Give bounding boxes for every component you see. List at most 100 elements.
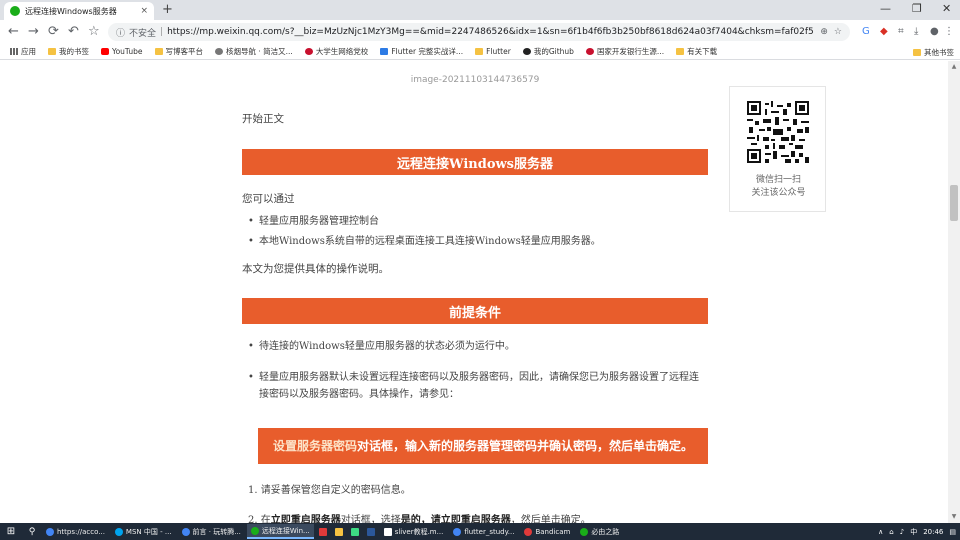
tab-close-icon[interactable]: ×	[140, 6, 148, 16]
network-icon[interactable]: ⌂	[889, 528, 893, 536]
taskbar-app-icon[interactable]	[348, 524, 362, 539]
system-tray: ∧ ⌂ ♪ 中 20:46 ▤	[872, 523, 956, 540]
input-language[interactable]: 中	[910, 527, 917, 537]
taskbar-app-icon[interactable]	[364, 524, 378, 539]
browser-toolbar: ← → ⟳ ↶ ☆ ⓘ 不安全 | https://mp.weixin.qq.c…	[0, 20, 960, 44]
taskbar-item[interactable]: 必由之路	[576, 524, 623, 539]
document-icon	[383, 527, 392, 536]
bookmark-item[interactable]: 核烟导航 · 简洁又...	[215, 46, 293, 57]
tab-strip: 远程连接Windows服务器 × + — ❐ ✕	[0, 0, 960, 20]
step-1: 1. 请妥善保管您自定义的密码信息。	[248, 485, 411, 496]
description-text: 本文为您提供具体的操作说明。	[242, 263, 389, 275]
search-icon[interactable]: ⚲	[22, 527, 42, 537]
taskbar-item[interactable]: flutter_study...	[449, 524, 518, 539]
zoom-icon[interactable]: ⊕	[820, 27, 828, 37]
crop-extension-icon[interactable]: ⌗	[898, 25, 904, 39]
bandicam-icon	[524, 527, 533, 536]
info-icon[interactable]: ⓘ	[116, 26, 125, 39]
folder-icon	[154, 48, 163, 55]
section-heading-remote: 远程连接Windows服务器	[242, 149, 708, 175]
taskbar-item[interactable]: sliver教程.m...	[380, 524, 448, 539]
bookmarks-bar: 应用 我的书签 YouTube 写博客平台 核烟导航 · 简洁又... 大学生网…	[0, 44, 960, 60]
close-window-button[interactable]: ✕	[942, 2, 951, 16]
bookmark-item[interactable]: 写博客平台	[154, 46, 203, 57]
taskbar-app-icon[interactable]	[332, 524, 346, 539]
taskbar-item[interactable]: https://acco...	[42, 524, 109, 539]
back-button[interactable]: ←	[8, 24, 19, 40]
reload-button[interactable]: ⟳	[48, 24, 59, 40]
profile-icon[interactable]: ●	[930, 25, 939, 39]
can-via-text: 您可以通过	[242, 193, 295, 205]
tray-chevron-icon[interactable]: ∧	[878, 528, 883, 536]
flutter-icon	[380, 48, 389, 55]
download-icon[interactable]: ⤓	[914, 25, 918, 39]
qr-caption-line2: 关注该公众号	[751, 188, 806, 198]
taskbar-item[interactable]: 前言 · 玩转腾...	[178, 524, 245, 539]
chrome-icon	[46, 527, 54, 536]
clock-time[interactable]: 20:46	[923, 528, 943, 536]
scroll-up-arrow-icon[interactable]: ▲	[948, 61, 960, 73]
folder-icon	[676, 48, 685, 55]
folder-icon	[48, 48, 56, 55]
set-password-link[interactable]: 设置服务器密码	[273, 439, 357, 453]
bookmark-item[interactable]: 大学生网络党校	[304, 46, 368, 57]
vertical-scrollbar[interactable]: ▲ ▼	[948, 61, 960, 523]
list-item: 本地Windows系统自带的远程桌面连接工具连接Windows轻量应用服务器。	[248, 232, 708, 252]
scroll-thumb[interactable]	[950, 185, 958, 221]
start-button[interactable]: ⊞	[0, 523, 22, 540]
undo-button[interactable]: ↶	[68, 24, 79, 40]
scroll-down-arrow-icon[interactable]: ▼	[948, 511, 960, 523]
other-bookmarks[interactable]: 其他书签	[913, 47, 954, 58]
bookmark-item[interactable]: 应用	[10, 46, 36, 57]
chrome-icon	[453, 527, 462, 536]
new-tab-button[interactable]: +	[162, 2, 173, 18]
bookmark-star-icon[interactable]: ☆	[834, 27, 842, 37]
list-item: 轻量应用服务器默认未设置远程连接密码以及服务器密码，因此，请确保您已为服务器设置…	[248, 369, 708, 403]
bookmark-item[interactable]: Flutter 完整实战详...	[380, 46, 463, 57]
browser-tab[interactable]: 远程连接Windows服务器 ×	[4, 2, 154, 20]
bookmark-item[interactable]: 我的书签	[48, 46, 89, 57]
volume-icon[interactable]: ♪	[900, 528, 904, 536]
security-label: 不安全	[129, 28, 157, 39]
taskbar-item-active[interactable]: 远程连接Win...	[246, 524, 314, 539]
bookmark-item[interactable]: Flutter	[475, 47, 511, 56]
extension-red-icon[interactable]: ◆	[880, 25, 888, 39]
youtube-icon	[101, 48, 109, 55]
note-text: 对话框，输入新的服务器管理密码并确认密码，然后单击确定。	[357, 439, 694, 453]
menu-kebab-icon[interactable]: ⋮	[944, 25, 954, 39]
github-icon	[522, 48, 531, 55]
method-list: 轻量应用服务器管理控制台 本地Windows系统自带的远程桌面连接工具连接Win…	[248, 212, 708, 252]
taskbar-app-icon[interactable]	[316, 524, 330, 539]
taskbar-item[interactable]: MSN 中国 - ...	[111, 524, 176, 539]
wechat-icon	[580, 527, 589, 536]
notification-icon[interactable]: ▤	[949, 528, 956, 536]
chrome-icon	[250, 526, 259, 535]
qr-card: 微信扫一扫 关注该公众号	[729, 86, 826, 212]
prerequisite-list: 待连接的Windows轻量应用服务器的状态必须为运行中。 轻量应用服务器默认未设…	[248, 338, 708, 403]
address-bar[interactable]: ⓘ 不安全 | https://mp.weixin.qq.com/s?__biz…	[108, 23, 850, 41]
chrome-icon	[181, 527, 190, 536]
maximize-button[interactable]: ❐	[912, 2, 922, 16]
minimize-button[interactable]: —	[880, 2, 891, 16]
translate-extension-icon[interactable]: G	[862, 25, 870, 39]
star-button[interactable]: ☆	[88, 24, 100, 40]
image-caption: image-20211103144736579	[410, 75, 540, 85]
apps-grid-icon	[10, 48, 18, 55]
qr-code-icon	[747, 101, 809, 163]
forward-button[interactable]: →	[28, 24, 39, 40]
taskbar-item[interactable]: Bandicam	[520, 524, 574, 539]
step-2: 2. 在立即重启服务器对话框，选择是的，请立即重启服务器，然后单击确定。	[248, 515, 591, 523]
bookmark-item[interactable]: 我的Github	[522, 46, 574, 57]
bookmark-item[interactable]: YouTube	[101, 47, 143, 56]
intro-text: 开始正文	[242, 113, 284, 125]
section-heading-prerequisites: 前提条件	[242, 298, 708, 324]
folder-icon	[475, 48, 484, 55]
wechat-favicon-icon	[10, 6, 20, 16]
bank-icon	[585, 48, 594, 55]
windows-taskbar: ⊞ ⚲ https://acco... MSN 中国 - ... 前言 · 玩转…	[0, 523, 960, 540]
site-icon	[215, 48, 223, 55]
bookmark-item[interactable]: 有关下载	[676, 46, 717, 57]
bookmark-item[interactable]: 国家开发银行生源...	[585, 46, 664, 57]
url-text[interactable]: https://mp.weixin.qq.com/s?__biz=MzUzNjc…	[167, 27, 814, 37]
list-item: 轻量应用服务器管理控制台	[248, 212, 708, 232]
